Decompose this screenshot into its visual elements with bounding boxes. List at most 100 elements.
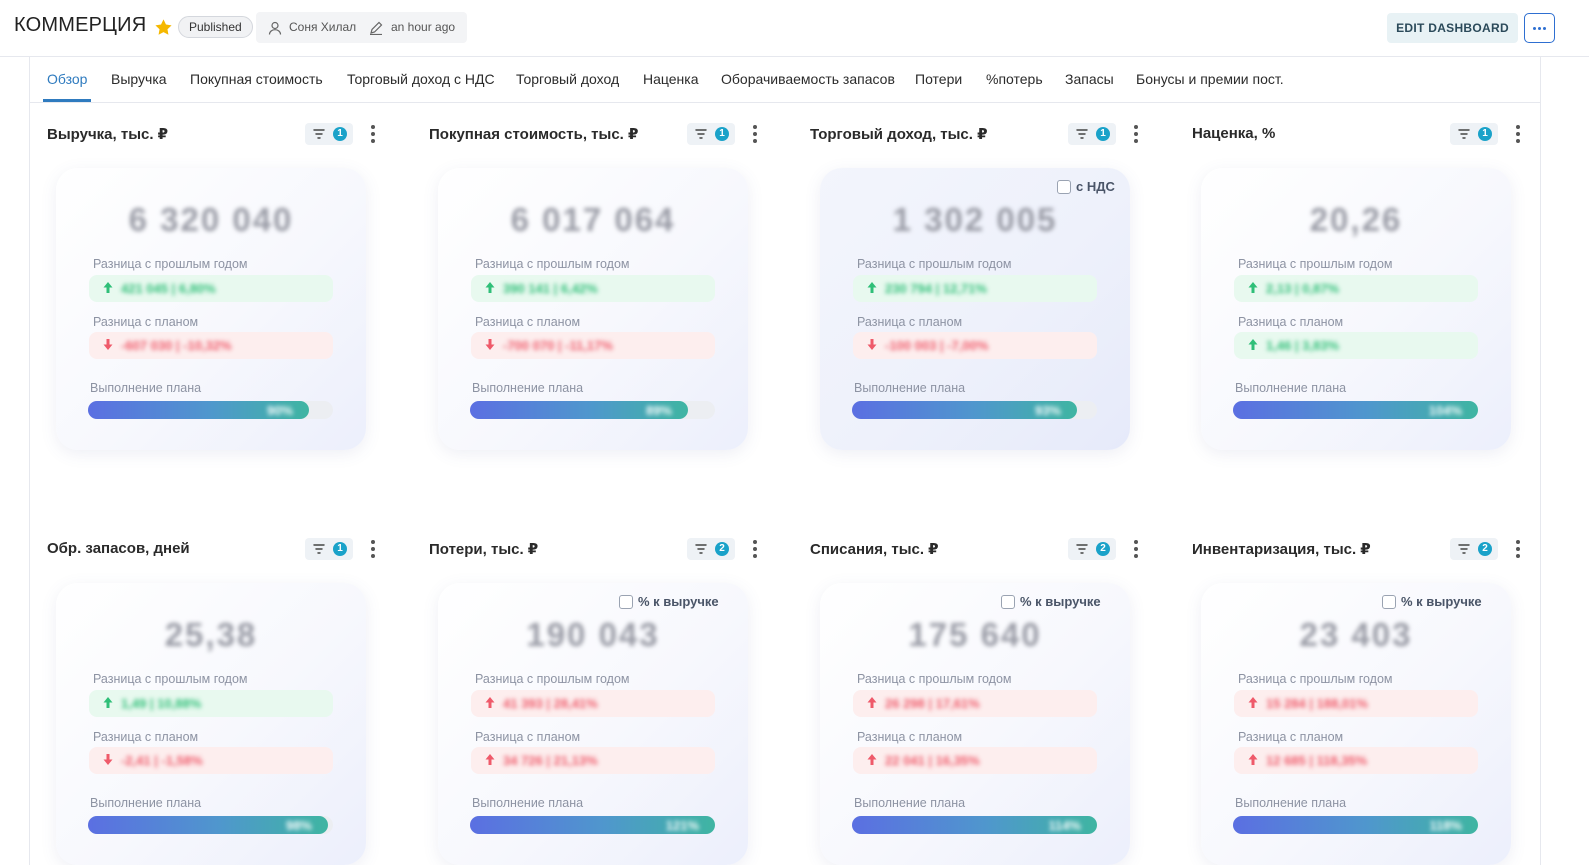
kpi-card: с НДС 1 302 005 Разница с прошлым годом … [820,168,1130,450]
widget-menu-icon[interactable] [752,125,758,143]
checkbox-label: % к выручке [638,594,719,609]
widget-menu-icon[interactable] [370,125,376,143]
tab-losses-percent[interactable]: %потерь [986,71,1043,87]
prev-year-label: Разница с прошлым годом [93,257,248,271]
dashboard-meta: Соня Хилал an hour ago [256,12,467,43]
prev-year-label: Разница с прошлым годом [1238,672,1393,686]
kpi-card: 25,38 Разница с прошлым годом 1,49 | 10,… [56,583,366,865]
page-guide-left [29,57,30,865]
kpi-value: 190 043 [526,616,660,653]
kpi-card: % к выручке 23 403 Разница с прошлым год… [1201,583,1511,865]
checkbox-label: % к выручке [1020,594,1101,609]
arrow-up-icon [867,754,877,765]
prev-year-label: Разница с прошлым годом [857,257,1012,271]
star-icon[interactable] [154,18,173,37]
plan-delta: 22 041 | 16,35% [853,747,1097,774]
active-tab-indicator [43,99,91,102]
plan-delta-value: 1,46 | 3,83% [1266,338,1340,353]
filter-button[interactable]: 1 [305,123,353,145]
filter-button[interactable]: 1 [1450,123,1498,145]
plan-label: Разница с планом [475,730,581,744]
plan-delta-value: 22 041 | 16,35% [885,753,980,768]
widget-title: Обр. запасов, дней [47,540,190,557]
tab-inventory-turnover[interactable]: Оборачиваемость запасов [721,71,895,87]
filter-icon [695,129,707,139]
tab-bonuses[interactable]: Бонусы и премии пост. [1136,71,1284,87]
kpi-value: 6 320 040 [128,201,294,238]
filter-count: 1 [1096,127,1110,141]
plan-delta-value: 12 685 | 118,35% [1266,753,1368,768]
plan-delta-value: -607 030 | -10,32% [121,338,232,353]
tab-trade-income[interactable]: Торговый доход [516,71,619,87]
tab-overview[interactable]: Обзор [47,71,87,87]
arrow-up-icon [485,754,495,765]
arrow-down-icon [485,339,495,350]
tab-revenue[interactable]: Выручка [111,71,167,87]
edited-time: an hour ago [391,20,456,34]
tab-stocks[interactable]: Запасы [1065,71,1114,87]
status-badge: Published [178,16,253,38]
arrow-up-icon [103,697,113,708]
prev-year-label: Разница с прошлым годом [475,672,630,686]
filter-button[interactable]: 1 [305,538,353,560]
filter-button[interactable]: 1 [687,123,735,145]
tab-losses[interactable]: Потери [915,71,962,87]
plan-progress-track: 114% [852,816,1097,834]
widget-title: Торговый доход, тыс. ₽ [810,126,988,143]
widget-menu-icon[interactable] [1133,540,1139,558]
widget-menu-icon[interactable] [752,540,758,558]
kpi-card: % к выручке 190 043 Разница с прошлым го… [438,583,748,865]
tab-purchase-cost[interactable]: Покупная стоимость [190,71,323,87]
plan-done-label: Выполнение плана [1235,796,1347,810]
filter-count: 1 [333,542,347,556]
kpi-value: 20,26 [1309,201,1403,238]
dashboard-header: КОММЕРЦИЯ Published Соня Хилал an hour a… [0,0,1589,57]
edit-dashboard-button[interactable]: EDIT DASHBOARD [1387,13,1518,43]
widget-menu-icon[interactable] [1515,540,1521,558]
checkbox-box[interactable] [619,595,633,609]
checkbox-box[interactable] [1001,595,1015,609]
user-icon [268,21,282,35]
arrow-up-icon [1248,697,1258,708]
widget-title: Выручка, тыс. ₽ [47,126,169,143]
plan-progress-fill: 90% [88,401,309,419]
widget-menu-icon[interactable] [1515,125,1521,143]
widget-menu-icon[interactable] [370,540,376,558]
checkbox-box[interactable] [1057,180,1071,194]
author-name: Соня Хилал [289,20,357,34]
widget-title: Покупная стоимость, тыс. ₽ [429,126,639,143]
plan-label: Разница с планом [857,730,963,744]
filter-count: 1 [715,127,729,141]
plan-progress-track: 90% [88,401,333,419]
widget-menu-icon[interactable] [1133,125,1139,143]
widget-title: Наценка, % [1192,125,1276,142]
filter-button[interactable]: 2 [1450,538,1498,560]
arrow-up-icon [867,282,877,293]
prev-year-delta: 1,49 | 10,88% [89,690,333,717]
plan-progress-track: 104% [1233,401,1478,419]
filter-button[interactable]: 2 [687,538,735,560]
plan-label: Разница с планом [1238,315,1344,329]
filter-icon [1458,544,1470,554]
plan-progress-value: 89% [645,403,672,418]
plan-label: Разница с планом [93,315,199,329]
prev-year-delta-value: 2,13 | 0,87% [1266,281,1340,296]
prev-year-label: Разница с прошлым годом [475,257,630,271]
plan-progress-value: 90% [266,403,293,418]
filter-count: 2 [715,542,729,556]
plan-progress-fill: 114% [852,816,1097,834]
filter-icon [1076,544,1088,554]
filter-button[interactable]: 2 [1068,538,1116,560]
plan-done-label: Выполнение плана [1235,381,1347,395]
kpi-value: 1 302 005 [892,201,1058,238]
kpi-value: 23 403 [1299,616,1413,653]
arrow-down-icon [103,754,113,765]
pencil-icon [370,21,383,35]
checkbox-box[interactable] [1382,595,1396,609]
tab-markup[interactable]: Наценка [643,71,699,87]
prev-year-delta: 421 045 | 6,80% [89,275,333,302]
more-button[interactable] [1524,13,1555,43]
filter-button[interactable]: 1 [1068,123,1116,145]
tab-trade-income-vat[interactable]: Торговый доход с НДС [347,71,495,87]
plan-delta: -700 070 | -11,17% [471,332,715,359]
